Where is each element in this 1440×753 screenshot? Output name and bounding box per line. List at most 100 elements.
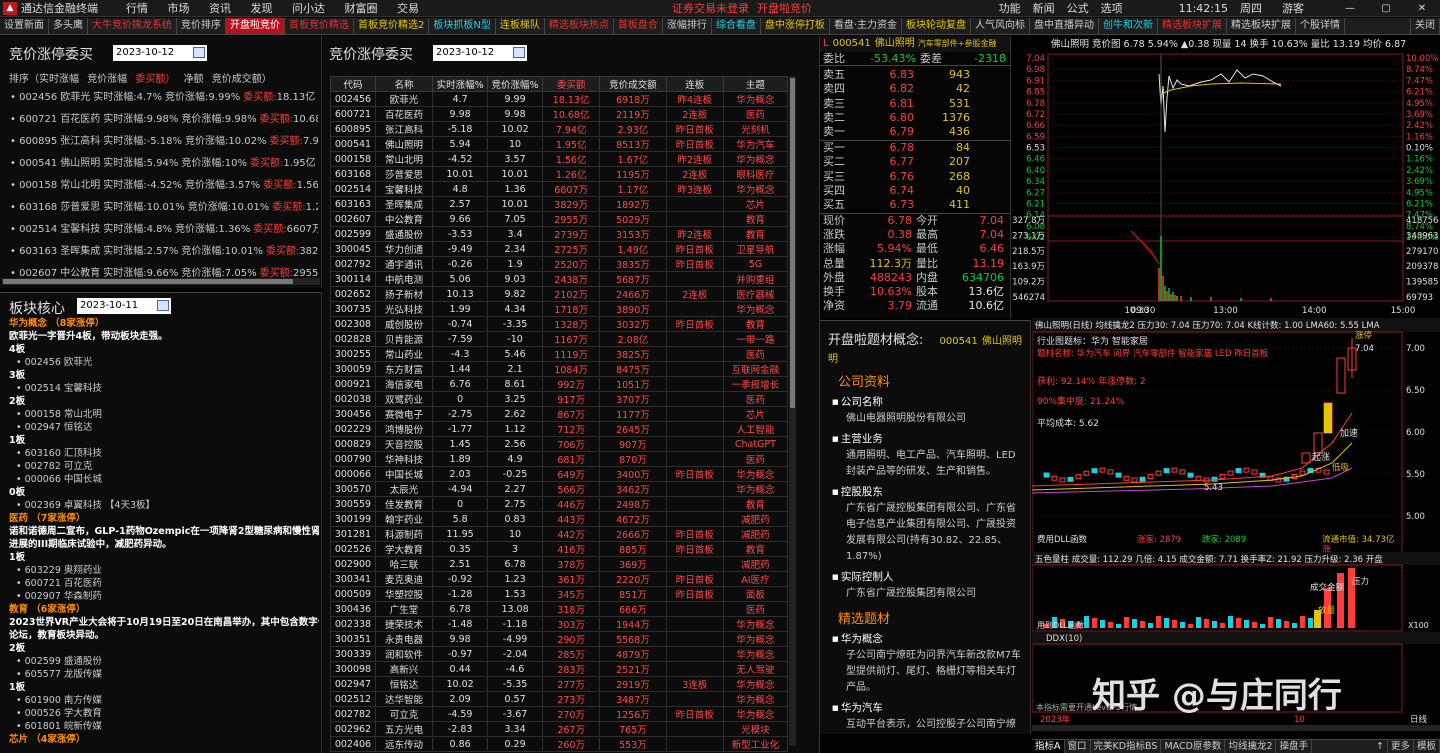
table-row[interactable]: 002599 盛通股份 -3.53 3.4 2739万 3153万 昨2连板 教育: [330, 226, 789, 242]
indicator-tab[interactable]: ↑: [1373, 740, 1388, 753]
table-row[interactable]: 300559 佳发教育 0 2.75 446万 2498万 教育: [330, 496, 789, 512]
table-row[interactable]: 603163 圣晖集成 2.57 10.01 3829万 1892万 芯片: [330, 196, 789, 212]
list-item[interactable]: 600721百花医药实时涨幅:9.98%竞价涨幅:9.98%委买额:10.68亿…: [10, 109, 318, 131]
user-label[interactable]: 游客: [1282, 0, 1304, 16]
date-picker[interactable]: 2023-10-12: [433, 45, 527, 61]
sector-line[interactable]: • 603160 汇顶科技: [16, 447, 326, 460]
column-header[interactable]: 名称: [374, 76, 434, 92]
date-picker[interactable]: 2023-10-12: [113, 45, 207, 61]
table-row[interactable]: 300341 麦克奥迪 -0.92 1.23 361万 2220万 昨日首板 AI医疗: [330, 571, 789, 587]
close-tab-button[interactable]: 关闭: [1410, 18, 1440, 34]
menu-item[interactable]: 问小达: [292, 2, 325, 15]
minimize-icon[interactable]: —: [1338, 3, 1362, 14]
sector-line[interactable]: • 605577 龙版传媒: [16, 668, 326, 681]
tab-16[interactable]: 人气风向标: [971, 18, 1031, 34]
table-row[interactable]: 603168 莎普爱思 10.01 10.01 1.26亿 1195万 2连板 眼科医疗: [330, 166, 789, 182]
sector-line[interactable]: • 002514 宝馨科技: [16, 382, 326, 395]
horizontal-scrollbar[interactable]: [2, 278, 320, 285]
sort-bid-amount[interactable]: 委买额）: [135, 74, 175, 85]
table-row[interactable]: 300456 赛微电子 -2.75 2.62 867万 1177万 芯片: [330, 406, 789, 422]
indicator-tab[interactable]: 更多: [1388, 740, 1414, 753]
table-row[interactable]: 300059 东方财富 1.44 2.1 1084万 8475万 互联网金融: [330, 361, 789, 377]
list-item[interactable]: 000541佛山照明实时涨幅:5.94%竞价涨幅:10%委买额:1.95亿净额:: [10, 153, 318, 175]
table-row[interactable]: 300199 翰宇药业 5.8 0.83 443万 4672万 减肥药: [330, 511, 789, 527]
tab-6[interactable]: 首板竞价精选2: [354, 18, 430, 34]
kline-scrollbar[interactable]: [1032, 725, 1440, 731]
book-row[interactable]: 买五 6.73 411: [820, 198, 1010, 212]
table-row[interactable]: 301281 科源制药 11.95 10 442万 2666万 昨日首板 减肥药: [330, 526, 789, 542]
table-row[interactable]: 000541 佛山照明 5.94 10 1.95亿 8513万 昨日首板 华为汽车: [330, 136, 789, 152]
sort-auction-volume[interactable]: 竞价成交额）: [212, 74, 272, 85]
table-row[interactable]: 000829 天音控股 1.45 2.56 706万 907万 ChatGPT: [330, 436, 789, 452]
table-row[interactable]: 002338 捷荣技术 -1.48 -1.18 303万 1944万 华为概念: [330, 616, 789, 632]
indicator-tab[interactable]: MACD原参数: [1161, 740, 1226, 753]
sector-line[interactable]: • 603229 奥翔药业: [16, 564, 326, 577]
table-row[interactable]: 002607 中公教育 9.66 7.05 2955万 5029万 教育: [330, 211, 789, 227]
tab-14[interactable]: 看盘·主力资金: [830, 18, 903, 34]
table-row[interactable]: 002947 恒铭达 10.02 -5.35 277万 2919万 3连板 华为概念: [330, 676, 789, 692]
column-header[interactable]: 连板: [665, 76, 724, 92]
tab-7[interactable]: 板块抓板N型: [429, 18, 496, 34]
tab-18[interactable]: 创牛和次新: [1099, 18, 1159, 34]
table-row[interactable]: 002962 五方光电 -2.83 3.34 267万 765万 光模块: [330, 721, 789, 737]
sector-line[interactable]: • 002456 欧菲光: [16, 356, 326, 369]
tab-20[interactable]: 精选板块扩展: [1227, 18, 1297, 34]
tab-9[interactable]: 精选板块热点: [545, 18, 614, 34]
sort-realtime[interactable]: 排序（实时涨幅: [9, 74, 79, 85]
menu-item[interactable]: 市场: [168, 2, 190, 15]
tab-10[interactable]: 首板盘合: [614, 18, 663, 34]
menu-item[interactable]: 资讯: [209, 2, 231, 15]
sector-line[interactable]: • 000158 常山北明: [16, 408, 326, 421]
table-row[interactable]: 002308 威创股份 -0.74 -3.35 1328万 3032万 昨日首板 教育: [330, 316, 789, 332]
table-row[interactable]: 000066 中国长城 2.03 -0.25 649万 3400万 昨日首板 华为概念: [330, 466, 789, 482]
table-row[interactable]: 000921 海信家电 6.76 8.61 992万 1051万 一季报增长: [330, 376, 789, 392]
list-item[interactable]: 603163圣晖集成实时涨幅:2.57%竞价涨幅:10.01%委买额:3829万…: [10, 241, 318, 263]
list-item[interactable]: 603168莎普爱思实时涨幅:10.01%竞价涨幅:10.01%委买额:1.26…: [10, 197, 318, 219]
column-header[interactable]: 竞价成交额: [599, 76, 667, 92]
sector-line[interactable]: • 000066 中国长城: [16, 473, 326, 486]
table-row[interactable]: 600895 张江高科 -5.18 10.02 7.94亿 2.93亿 昨日首板 光刻机: [330, 121, 789, 137]
table-row[interactable]: 300351 永贵电器 9.98 -4.99 290万 5568万 华为概念: [330, 631, 789, 647]
sector-line[interactable]: • 002907 华森制药: [16, 590, 326, 603]
indicator-tab[interactable]: 模板: [1414, 740, 1440, 753]
table-row[interactable]: 300570 太辰光 -4.94 2.27 566万 3462万 华为概念: [330, 481, 789, 497]
book-row[interactable]: 卖五 6.83 943: [820, 68, 1010, 82]
table-row[interactable]: 300045 华力创通 -9.49 2.34 2725万 1.49亿 昨日首板 卫星导航: [330, 241, 789, 257]
sector-line[interactable]: • 002599 盛通股份: [16, 655, 326, 668]
sector-line[interactable]: • 601801 皖新传媒: [16, 720, 326, 733]
table-row[interactable]: 002514 宝馨科技 4.8 1.36 6607万 1.17亿 昨3连板 华为概念: [330, 181, 789, 197]
func-button[interactable]: 功能: [999, 0, 1021, 16]
intraday-chart[interactable]: 佛山照明 竞价图 6.78 5.94% ▲0.38 现量 14 换手 10.63…: [1011, 36, 1440, 318]
table-row[interactable]: 300339 润和软件 -0.97 -2.04 285万 4879万 华为概念: [330, 646, 789, 662]
table-row[interactable]: 600721 百花医药 9.98 9.98 10.68亿 2119万 2连板 医药: [330, 106, 789, 122]
table-row[interactable]: 300114 中航电测 5.06 9.03 2438万 5687万 并购重组: [330, 271, 789, 287]
menu-item[interactable]: 财富圈: [345, 2, 378, 15]
table-row[interactable]: 300436 广生堂 6.78 13.08 318万 666万 医药: [330, 601, 789, 617]
tab-3[interactable]: 竞价排序: [177, 18, 226, 34]
column-header[interactable]: 主题: [722, 76, 789, 92]
calendar-icon[interactable]: [193, 47, 205, 58]
table-row[interactable]: 002782 可立克 -4.59 -3.67 270万 1256万 昨日首板 华为概念: [330, 706, 789, 722]
table-row[interactable]: 002406 远东传动 0.86 0.29 260万 553万 新型工业化: [330, 736, 789, 752]
list-item[interactable]: 002514宝馨科技实时涨幅:4.8%竞价涨幅:1.36%委买额:6607万净额: [10, 219, 318, 241]
sector-line[interactable]: • 600721 百花医药: [16, 577, 326, 590]
table-row[interactable]: 002456 欧菲光 4.7 9.99 18.13亿 6918万 昨4连板 华为概念: [330, 91, 789, 107]
close-icon[interactable]: ✕: [1410, 3, 1434, 14]
tab-2[interactable]: 大牛竞价擒龙系统: [88, 18, 177, 34]
date-picker[interactable]: 2023-10-11: [77, 298, 171, 314]
table-row[interactable]: 000509 华塑控股 -1.28 1.53 345万 851万 昨日首板 面板: [330, 586, 789, 602]
table-row[interactable]: 002828 贝肯能源 -7.59 -10 1167万 2.08亿 一带一路: [330, 331, 789, 347]
table-row[interactable]: 300098 高新兴 0.44 -4.6 283万 2521万 无人驾驶: [330, 661, 789, 677]
table-row[interactable]: 002229 鸿博股份 -1.77 1.12 712万 2645万 人工智能: [330, 421, 789, 437]
list-item[interactable]: 000158常山北明实时涨幅:-4.52%竞价涨幅:3.57%委买额:1.56亿…: [10, 175, 318, 197]
table-row[interactable]: 002038 双鹭药业 0 3.25 917万 3707万 医药: [330, 391, 789, 407]
maximize-icon[interactable]: ▢: [1374, 3, 1398, 14]
indicator-tab[interactable]: 均线擒龙2: [1225, 740, 1277, 753]
column-header[interactable]: 委买额: [542, 76, 601, 92]
tab-4[interactable]: 开盘啦竞价: [226, 18, 285, 34]
news-button[interactable]: 新闻: [1033, 0, 1055, 16]
table-row[interactable]: 300255 常山药业 -4.3 5.46 1119万 3825万 医药: [330, 346, 789, 362]
tab-12[interactable]: 综合看盘: [712, 18, 761, 34]
book-row[interactable]: 卖二 6.80 1376: [820, 111, 1010, 125]
book-row[interactable]: 买三 6.76 268: [820, 170, 1010, 184]
